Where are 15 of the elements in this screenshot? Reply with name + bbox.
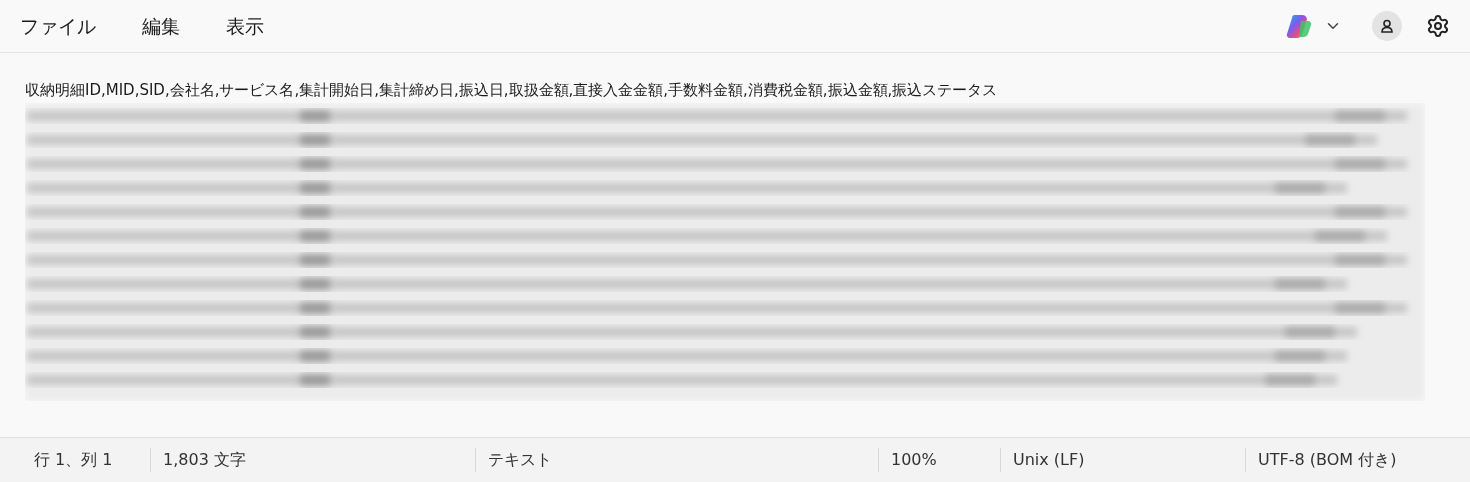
menu-item[interactable]: 編集 [132,8,190,44]
person-icon [1380,19,1394,33]
status-item: 行 1、列 1 [33,449,113,471]
colorful-logo-icon [1286,13,1312,39]
status-item: 1,803 文字 [162,449,246,471]
text-line: 収納明細ID,MID,SID,会社名,サービス名,集計開始日,集計締め日,振込日,取扱金額,直接入金金額,手数料金額,消費税金額,振込金額,振込ステータス [25,80,999,101]
status-item: テキスト [487,449,552,471]
settings-button[interactable] [1426,14,1450,38]
settings-icon [1426,14,1450,38]
menu-item[interactable]: ファイル [10,8,106,44]
status-item: 100% [890,449,937,471]
status-item: Unix (LF) [1012,449,1085,471]
status-item: UTF-8 (BOM 付き) [1257,449,1397,471]
account-button[interactable] [1372,11,1402,41]
menu-item[interactable]: 表示 [216,8,274,44]
